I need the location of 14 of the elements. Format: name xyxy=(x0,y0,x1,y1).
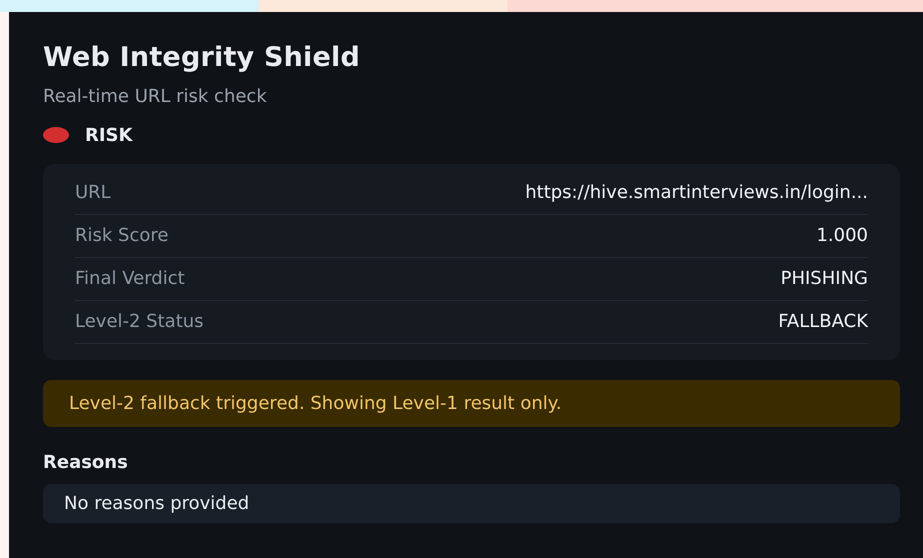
warning-alert: Level-2 fallback triggered. Showing Level-1 result only. xyxy=(43,380,900,426)
detail-value: FALLBACK xyxy=(778,310,868,334)
detail-value: https://hive.smartinterviews.in/login... xyxy=(525,181,868,205)
app-title: Web Integrity Shield xyxy=(43,41,361,75)
section-heading: Reasons xyxy=(43,450,129,474)
detail-value: 1.000 xyxy=(816,224,868,248)
detail-label: Level-2 Status xyxy=(75,310,204,334)
reason-item: No reasons provided xyxy=(43,484,900,522)
status-label: RISK xyxy=(85,124,132,148)
detail-value: PHISHING xyxy=(780,267,868,291)
detail-label: Final Verdict xyxy=(75,267,185,291)
detail-label: Risk Score xyxy=(75,224,168,248)
subtitle: Real-time URL risk check xyxy=(43,84,268,108)
detail-label: URL xyxy=(75,181,111,205)
